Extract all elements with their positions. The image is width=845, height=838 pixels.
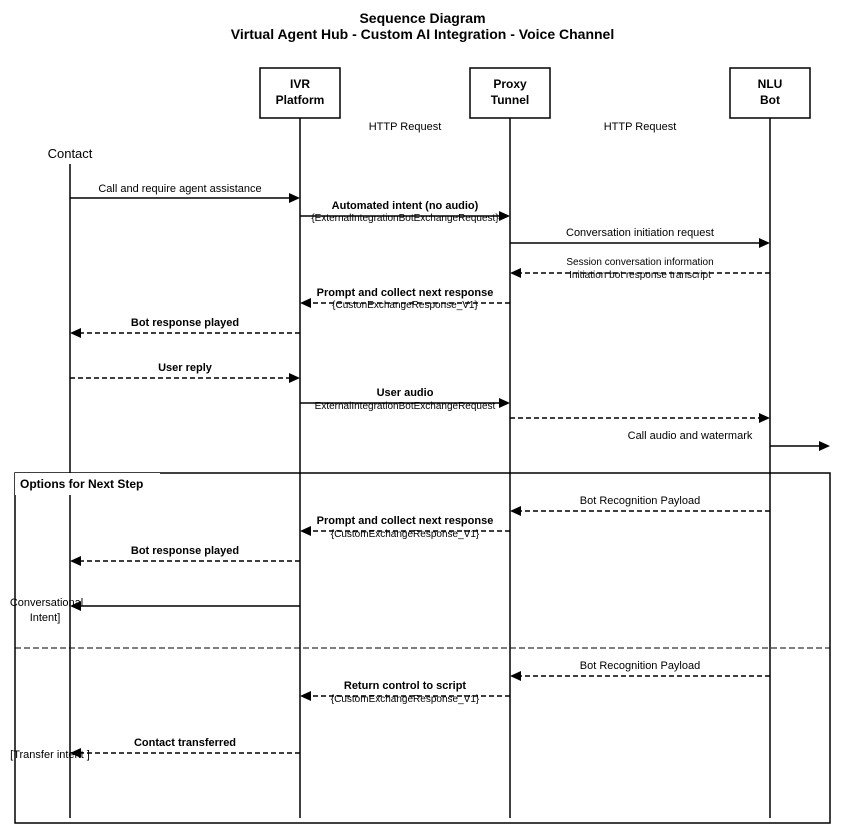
svg-text:Options for Next Step: Options for Next Step bbox=[20, 477, 143, 491]
svg-text:HTTP Request: HTTP Request bbox=[604, 121, 677, 133]
svg-text:Contact transferred: Contact transferred bbox=[134, 737, 236, 749]
title-line2: Virtual Agent Hub - Custom AI Integratio… bbox=[10, 26, 835, 42]
svg-text:Initiation bot response transc: Initiation bot response transcript bbox=[569, 270, 711, 281]
svg-text:Bot response played: Bot response played bbox=[131, 545, 239, 557]
svg-text:Prompt and collect next respon: Prompt and collect next response bbox=[317, 515, 494, 527]
svg-text:{CustomExchangeResponse_V1}: {CustomExchangeResponse_V1} bbox=[331, 529, 480, 540]
svg-text:Tunnel: Tunnel bbox=[491, 93, 529, 107]
svg-text:User reply: User reply bbox=[158, 362, 213, 374]
svg-text:Prompt and collect next respon: Prompt and collect next response bbox=[317, 287, 494, 299]
svg-text:User audio: User audio bbox=[377, 387, 434, 399]
svg-text:{ExternalIntegrationBotExchang: {ExternalIntegrationBotExchangeRequest} bbox=[311, 213, 499, 224]
svg-text:Session conversation informati: Session conversation information bbox=[566, 257, 713, 268]
svg-text:Call and require agent assista: Call and require agent assistance bbox=[98, 183, 261, 195]
svg-text:Platform: Platform bbox=[276, 93, 325, 107]
svg-text:Conversation initiation reques: Conversation initiation request bbox=[566, 227, 714, 239]
svg-text:{CustomExchangeResponse_V1}: {CustomExchangeResponse_V1} bbox=[331, 694, 480, 705]
svg-text:ExternalIntegrationBotExchange: ExternalIntegrationBotExchangeRequest bbox=[315, 401, 496, 412]
svg-text:[Conversational: [Conversational bbox=[10, 597, 83, 609]
title-block: Sequence Diagram Virtual Agent Hub - Cus… bbox=[10, 10, 835, 42]
svg-text:IVR: IVR bbox=[290, 77, 310, 91]
svg-text:Contact: Contact bbox=[48, 146, 93, 161]
sequence-diagram: IVR Platform Proxy Tunnel NLU Bot HTTP R… bbox=[10, 58, 835, 828]
svg-text:Intent]: Intent] bbox=[30, 612, 61, 624]
title-line1: Sequence Diagram bbox=[10, 10, 835, 26]
svg-text:Bot Recognition Payload: Bot Recognition Payload bbox=[580, 495, 700, 507]
svg-text:NLU: NLU bbox=[758, 77, 783, 91]
svg-text:Bot response played: Bot response played bbox=[131, 317, 239, 329]
svg-text:Proxy: Proxy bbox=[493, 77, 527, 91]
diagram-container: Sequence Diagram Virtual Agent Hub - Cus… bbox=[0, 0, 845, 838]
svg-text:Bot Recognition Payload: Bot Recognition Payload bbox=[580, 660, 700, 672]
svg-text:Return control to script: Return control to script bbox=[344, 680, 467, 692]
svg-text:{CustonExchangeResponse_V1}: {CustonExchangeResponse_V1} bbox=[332, 300, 478, 311]
svg-text:Bot: Bot bbox=[760, 93, 780, 107]
svg-text:Call audio and watermark: Call audio and watermark bbox=[628, 430, 753, 442]
svg-text:HTTP Request: HTTP Request bbox=[369, 121, 442, 133]
svg-text:Automated intent (no audio): Automated intent (no audio) bbox=[332, 200, 479, 212]
